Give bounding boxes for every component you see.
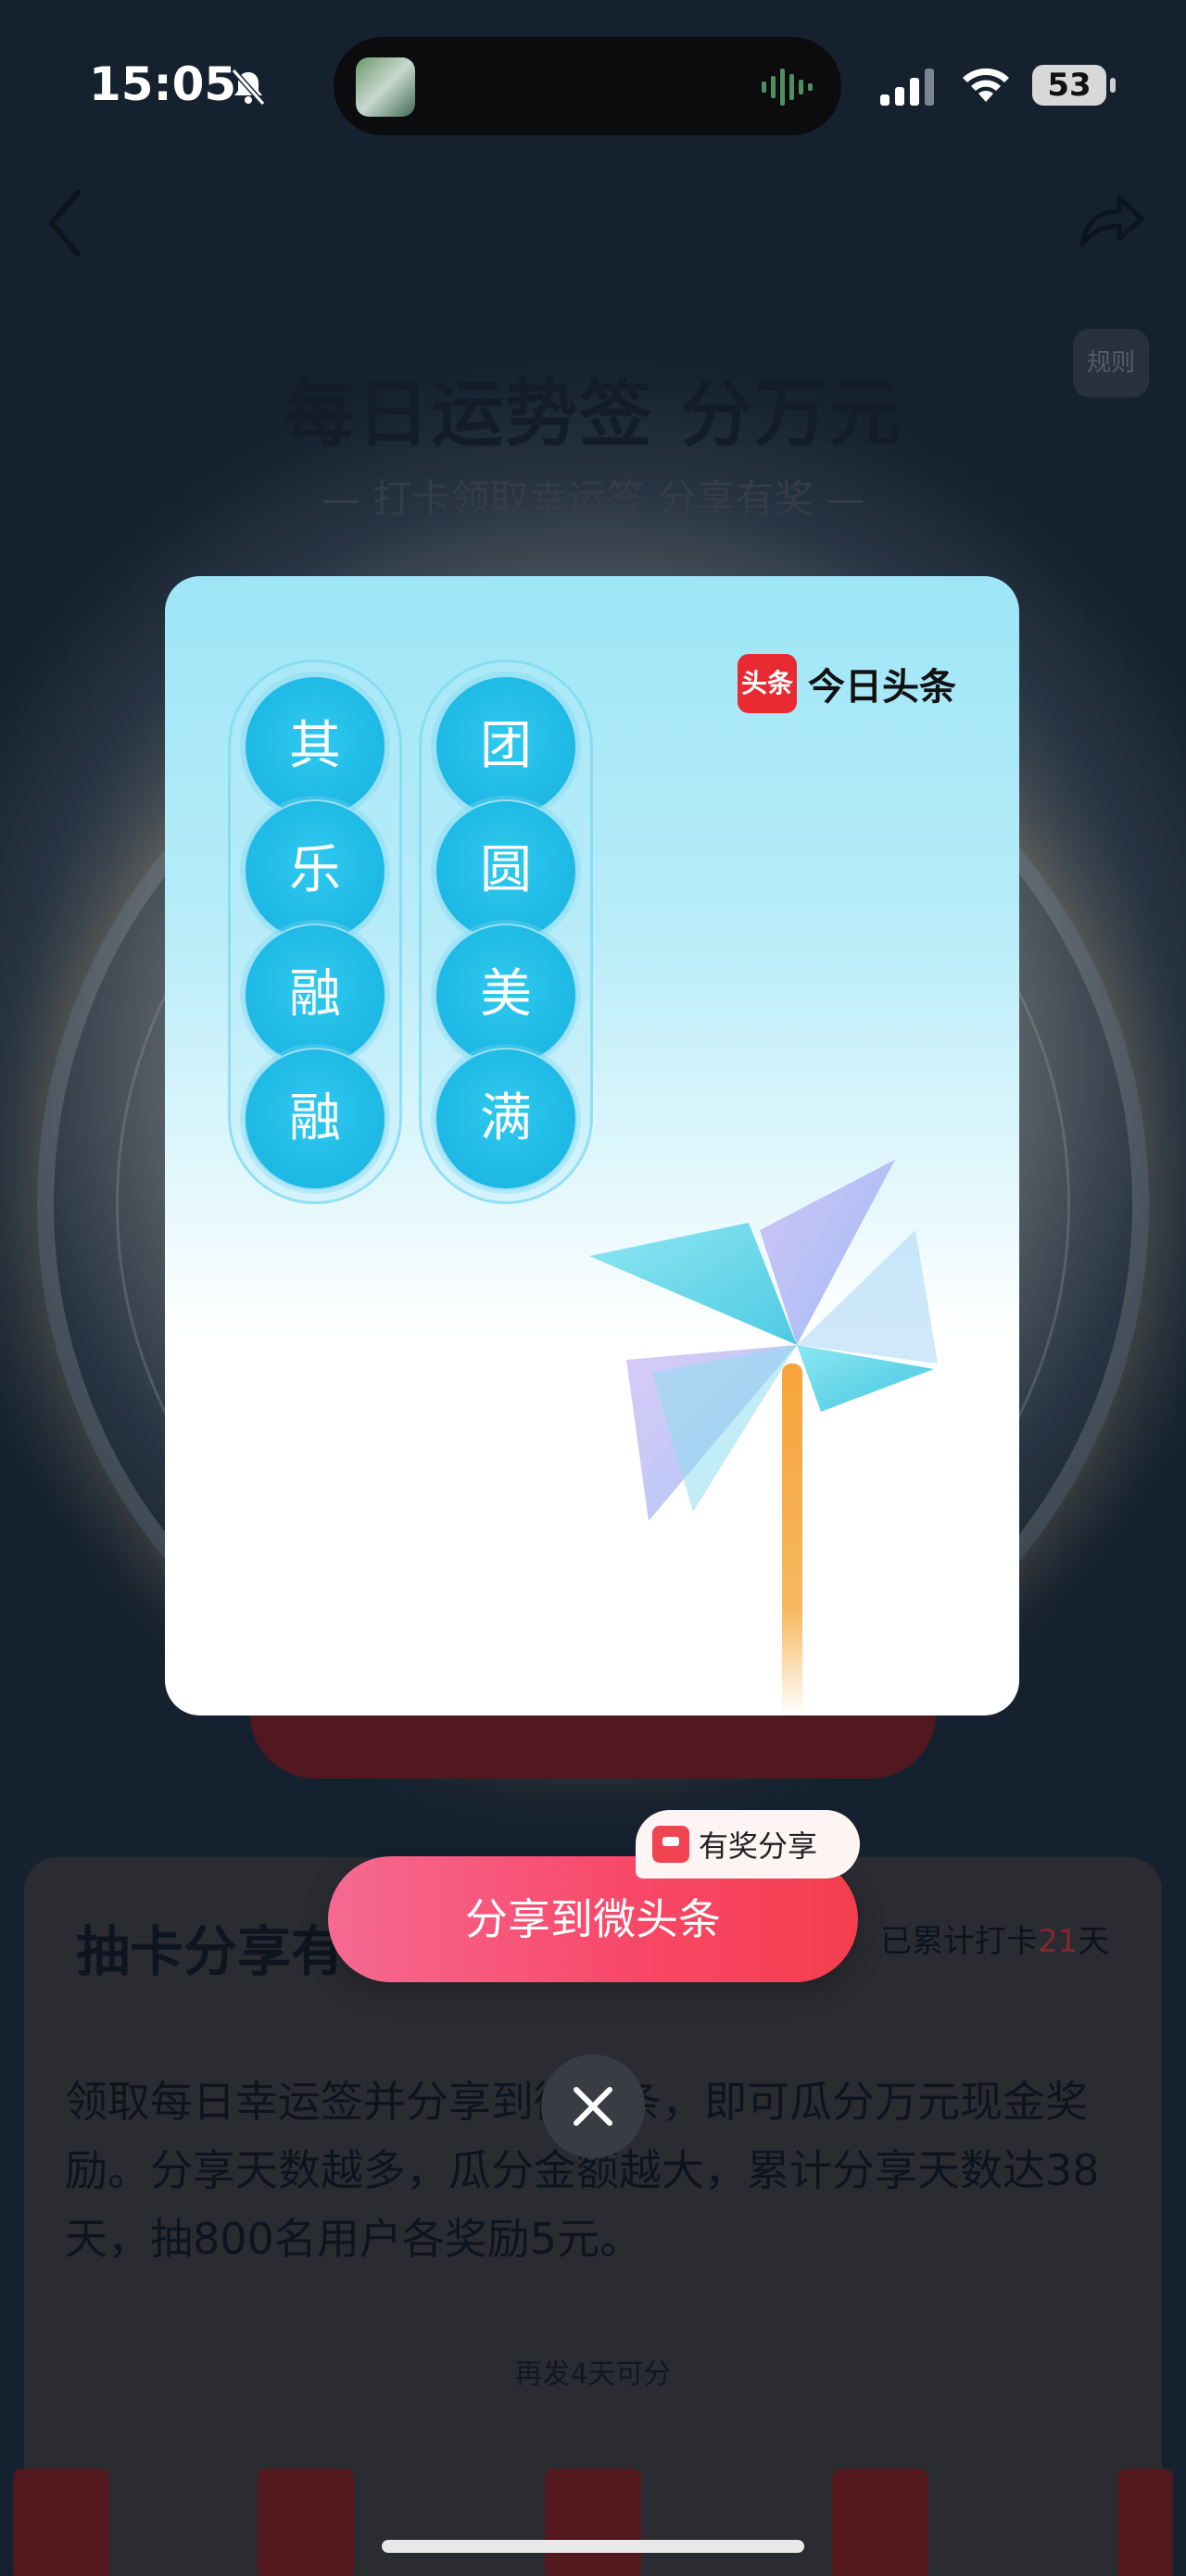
reward-badge-label: 有奖分享 <box>699 1828 818 1864</box>
fortune-character: 乐 <box>244 799 386 942</box>
toutiao-logo-text: 今日头条 <box>808 666 956 709</box>
fortune-character: 满 <box>435 1048 577 1190</box>
fortune-card: 头条 今日头条 其 ✦ 乐 ✦ 融 ✦ 融 团 ✦ 圆 ✦ 美 ✦ 满 <box>165 576 1019 1715</box>
toutiao-logo: 头条 今日头条 <box>738 654 956 713</box>
media-thumbnail <box>356 57 415 117</box>
fortune-character: 其 <box>244 675 386 818</box>
fortune-character: 融 <box>244 924 386 1066</box>
fortune-column-left: 其 ✦ 乐 ✦ 融 ✦ 融 <box>228 660 402 1204</box>
dynamic-island[interactable] <box>334 37 841 135</box>
bell-off-icon <box>231 69 266 106</box>
fortune-character: 美 <box>435 924 577 1066</box>
status-time: 15:05 <box>89 57 237 111</box>
signal-icon <box>880 69 934 106</box>
close-icon[interactable] <box>541 2055 645 2158</box>
fortune-column-right: 团 ✦ 圆 ✦ 美 ✦ 满 <box>419 660 593 1204</box>
fortune-character: 团 <box>435 675 577 818</box>
wifi-icon <box>963 68 1009 102</box>
red-envelope-icon <box>652 1826 689 1863</box>
audio-wave-icon <box>762 69 813 106</box>
chevron-left-icon[interactable] <box>39 182 95 265</box>
fortune-character: 圆 <box>435 799 577 942</box>
pinwheel-illustration <box>589 1160 938 1715</box>
battery-indicator: 53 <box>1032 65 1106 106</box>
battery-cap <box>1110 78 1116 93</box>
toutiao-logo-mark: 头条 <box>738 654 797 713</box>
share-arrow-icon[interactable] <box>1073 183 1147 258</box>
home-indicator[interactable] <box>382 2540 804 2553</box>
fortune-character: 融 <box>244 1048 386 1190</box>
reward-share-badge: 有奖分享 <box>636 1810 860 1879</box>
